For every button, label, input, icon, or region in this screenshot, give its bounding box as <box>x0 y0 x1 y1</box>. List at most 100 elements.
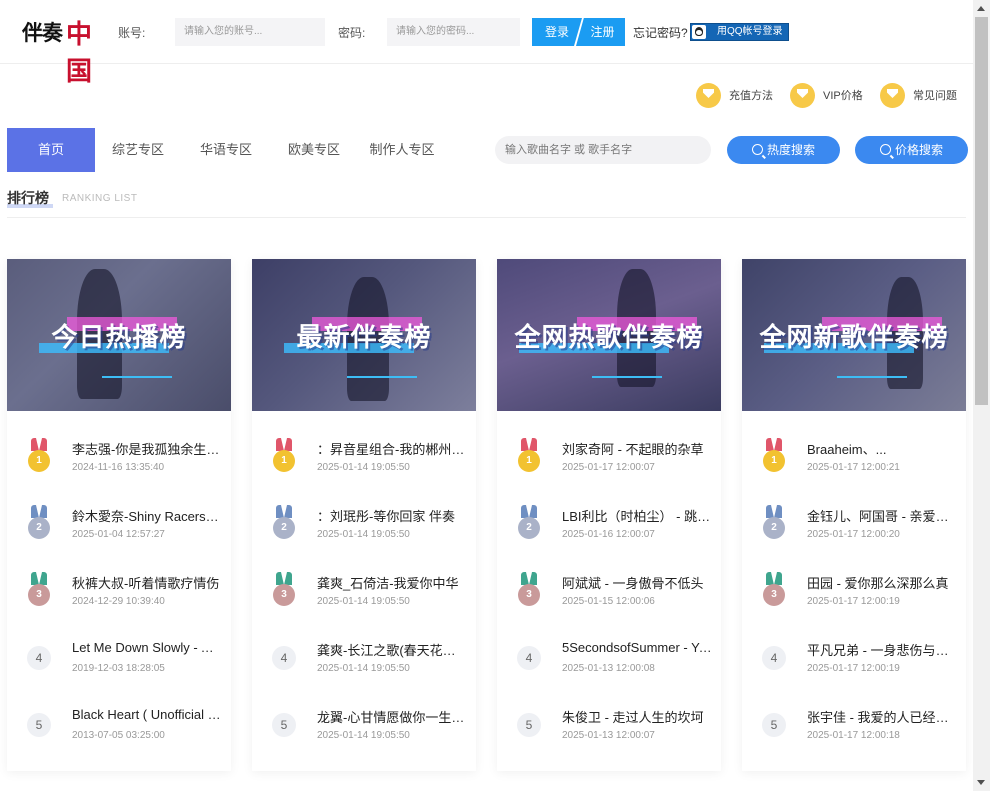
medal-icon: 3 <box>517 572 541 606</box>
page-scrollbar[interactable] <box>973 0 990 791</box>
medal-icon: 2 <box>27 505 51 539</box>
rank-number: 4 <box>272 646 296 670</box>
ranking-row[interactable]: 2 金钰儿、阿国哥 - 亲爱的你在哪 2025-01-17 12:00:20 <box>742 496 966 563</box>
ranking-row[interactable]: 5 朱俊卫 - 走过人生的坎坷 2025-01-13 12:00:07 <box>497 697 721 764</box>
logo-text-part2: 中国 <box>66 20 93 87</box>
song-title-link[interactable]: 李志强-你是我孤独余生的唯一 <box>72 439 222 458</box>
help-recharge-link[interactable]: 充值方法 <box>696 83 773 109</box>
song-timestamp: 2025-01-17 12:00:18 <box>807 730 900 741</box>
ranking-banner[interactable]: 最新伴奏榜 <box>252 259 476 411</box>
hot-search-label: 热度搜索 <box>766 143 815 157</box>
ranking-row[interactable]: 4 龚爽-长江之歌(春天花会开) 2025-01-14 19:05:50 <box>252 630 476 697</box>
song-title-link[interactable]: 朱俊卫 - 走过人生的坎坷 <box>562 707 712 726</box>
song-title-link[interactable]: ：昇音星组合-我的郴州我的家 <box>317 439 467 458</box>
scroll-up-arrow-icon[interactable] <box>977 6 985 11</box>
help-faq-link[interactable]: 常见问题 <box>880 83 957 109</box>
ranking-row[interactable]: 1 ：昇音星组合-我的郴州我的家 2025-01-14 19:05:50 <box>252 429 476 496</box>
nav-producer[interactable]: 制作人专区 <box>364 128 440 172</box>
rank-number: 4 <box>27 646 51 670</box>
song-timestamp: 2025-01-13 12:00:07 <box>562 730 655 741</box>
ranking-row[interactable]: 1 刘家奇阿 - 不起眼的杂草 2025-01-17 12:00:07 <box>497 429 721 496</box>
scroll-thumb[interactable] <box>975 17 988 405</box>
song-title-link[interactable]: Black Heart ( Unofficial Remix) <box>72 707 222 722</box>
help-vip-link[interactable]: VIP价格 <box>790 83 863 109</box>
ranking-row[interactable]: 4 5SecondsofSummer - Youngblood 2025-01-13… <box>497 630 721 697</box>
ranking-row[interactable]: 2 鈴木愛奈-Shiny Racers 伴奏 2025-01-04 12:57:27 <box>7 496 231 563</box>
song-timestamp: 2025-01-17 12:00:19 <box>807 596 900 607</box>
medal-rank: 3 <box>273 584 295 606</box>
song-title-link[interactable]: 鈴木愛奈-Shiny Racers 伴奏 <box>72 506 222 525</box>
register-button[interactable]: 注册 <box>576 18 625 46</box>
song-title-link[interactable]: LBI利比（时柏尘） - 跳楼机 <box>562 506 712 525</box>
nav-chinese[interactable]: 华语专区 <box>188 128 264 172</box>
song-timestamp: 2024-12-29 10:39:40 <box>72 596 165 607</box>
forgot-password-link[interactable]: 忘记密码? <box>633 24 688 41</box>
song-title-link[interactable]: Braaheim、... <box>807 439 957 458</box>
ranking-banner[interactable]: 全网热歌伴奏榜 <box>497 259 721 411</box>
hot-search-button[interactable]: 热度搜索 <box>727 136 840 164</box>
account-label: 账号: <box>118 26 146 40</box>
song-title-link[interactable]: 龚爽_石倚洁-我爱你中华 <box>317 573 467 592</box>
ranking-banner[interactable]: 全网新歌伴奏榜 <box>742 259 966 411</box>
song-title-link[interactable]: 秋裤大叔-听着情歌疗情伤 <box>72 573 222 592</box>
nav-home[interactable]: 首页 <box>7 128 95 172</box>
nav-western[interactable]: 欧美专区 <box>276 128 352 172</box>
song-title-link[interactable]: 金钰儿、阿国哥 - 亲爱的你在哪 <box>807 506 957 525</box>
site-logo[interactable]: 伴奏 中国 <box>22 14 98 87</box>
song-title-link[interactable]: 田园 - 爱你那么深那么真 <box>807 573 957 592</box>
song-title-link[interactable]: 阿斌斌 - 一身傲骨不低头 <box>562 573 712 592</box>
account-input[interactable]: 请输入您的账号... <box>175 18 325 46</box>
ranking-row[interactable]: 1 李志强-你是我孤独余生的唯一 2024-11-16 13:35:40 <box>7 429 231 496</box>
nav-variety[interactable]: 综艺专区 <box>100 128 176 172</box>
song-title-link[interactable]: ：刘珉彤-等你回家 伴奏 <box>317 506 467 525</box>
medal-rank: 1 <box>518 450 540 472</box>
medal-rank: 2 <box>763 517 785 539</box>
ranking-row[interactable]: 5 Black Heart ( Unofficial Remix) 2013-07-… <box>7 697 231 764</box>
ranking-banner[interactable]: 今日热播榜 <box>7 259 231 411</box>
medal-rank: 1 <box>28 450 50 472</box>
song-title-link[interactable]: 刘家奇阿 - 不起眼的杂草 <box>562 439 712 458</box>
ranking-row[interactable]: 2 ：刘珉彤-等你回家 伴奏 2025-01-14 19:05:50 <box>252 496 476 563</box>
ranking-card: 最新伴奏榜1：昇音星组合-我的郴州我的家2025-01-14 19:05:502… <box>252 259 476 771</box>
song-timestamp: 2025-01-14 19:05:50 <box>317 730 410 741</box>
medal-rank: 3 <box>763 584 785 606</box>
ranking-row[interactable]: 4 平凡兄弟 - 一身悲伤与谁说 2025-01-17 12:00:19 <box>742 630 966 697</box>
song-title-link[interactable]: 张宇佳 - 我爱的人已经不爱我 <box>807 707 957 726</box>
song-search-input[interactable]: 输入歌曲名字 或 歌手名字 <box>495 136 711 164</box>
song-timestamp: 2025-01-14 19:05:50 <box>317 663 410 674</box>
login-button[interactable]: 登录 <box>532 18 582 46</box>
song-title-link[interactable]: 龚爽-长江之歌(春天花会开) <box>317 640 467 659</box>
ranking-row[interactable]: 3 田园 - 爱你那么深那么真 2025-01-17 12:00:19 <box>742 563 966 630</box>
ranking-card: 今日热播榜 1 李志强-你是我孤独余生的唯一 2024-11-16 13:35:40 2… <box>7 259 231 771</box>
ranking-row[interactable]: 1 Braaheim、... 2025-01-17 12:00:21 <box>742 429 966 496</box>
song-timestamp: 2024-11-16 13:35:40 <box>72 462 165 473</box>
song-title-link[interactable]: Let Me Down Slowly - Alec <box>72 640 222 655</box>
qq-login-button[interactable]: 用QQ帐号登录 <box>690 23 789 41</box>
song-timestamp: 2025-01-17 12:00:19 <box>807 663 900 674</box>
song-title-link[interactable]: 龙翼-心甘情愿做你一生的牵挂 <box>317 707 467 726</box>
song-title-link[interactable]: 平凡兄弟 - 一身悲伤与谁说 <box>807 640 957 659</box>
price-search-button[interactable]: 价格搜索 <box>855 136 968 164</box>
search-icon <box>879 144 891 155</box>
song-timestamp: 2025-01-15 12:00:06 <box>562 596 655 607</box>
ranking-row[interactable]: 4 Let Me Down Slowly - Alec 2019-12-03 18:… <box>7 630 231 697</box>
ranking-row[interactable]: 3 阿斌斌 - 一身傲骨不低头 2025-01-15 12:00:06 <box>497 563 721 630</box>
ranking-row[interactable]: 2 LBI利比（时柏尘） - 跳楼机 2025-01-16 12:00:07 <box>497 496 721 563</box>
ranking-row[interactable]: 5 张宇佳 - 我爱的人已经不爱我 2025-01-17 12:00:18 <box>742 697 966 764</box>
ranking-row[interactable]: 3 龚爽_石倚洁-我爱你中华 2025-01-14 19:05:50 <box>252 563 476 630</box>
song-title-link[interactable]: 5SecondsofSummer - Youngblood <box>562 640 712 655</box>
scroll-down-arrow-icon[interactable] <box>977 780 985 785</box>
song-timestamp: 2013-07-05 03:25:00 <box>72 730 165 741</box>
medal-icon: 2 <box>517 505 541 539</box>
medal-icon: 3 <box>272 572 296 606</box>
ranking-card: 全网热歌伴奏榜 1 刘家奇阿 - 不起眼的杂草 2025-01-17 12:00:07… <box>497 259 721 771</box>
song-timestamp: 2019-12-03 18:28:05 <box>72 663 165 674</box>
rank-number: 5 <box>272 713 296 737</box>
ranking-row[interactable]: 3 秋裤大叔-听着情歌疗情伤 2024-12-29 10:39:40 <box>7 563 231 630</box>
medal-icon: 1 <box>762 438 786 472</box>
password-input[interactable]: 请输入您的密码... <box>387 18 520 46</box>
search-icon <box>751 144 763 155</box>
ranking-row[interactable]: 5 龙翼-心甘情愿做你一生的牵挂 2025-01-14 19:05:50 <box>252 697 476 764</box>
help-vip-label: VIP价格 <box>823 90 863 102</box>
song-timestamp: 2025-01-04 12:57:27 <box>72 529 165 540</box>
